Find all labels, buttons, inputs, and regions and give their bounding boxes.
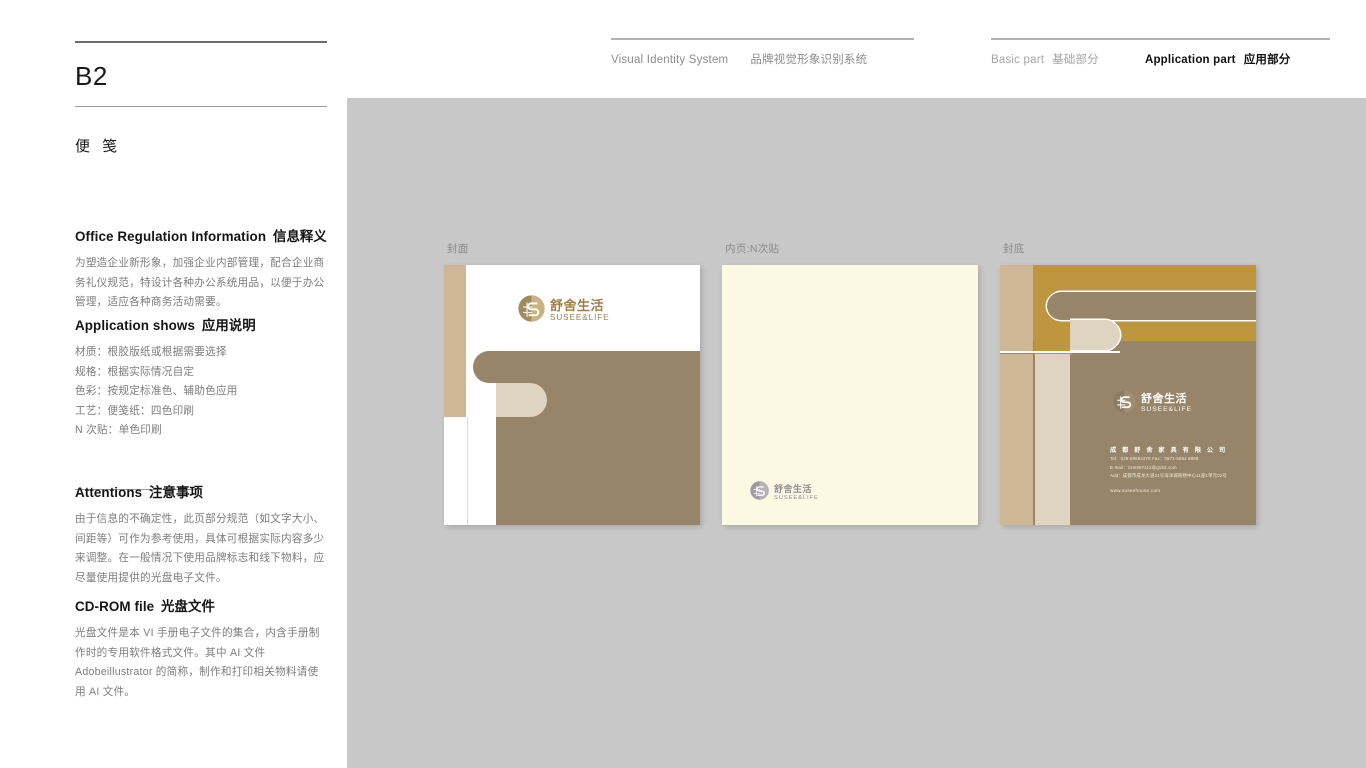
- section-application-heading: Application shows 应用说明: [75, 314, 327, 334]
- section-info-heading-cn: 信息释义: [272, 229, 327, 244]
- section-application-heading-en: Application shows: [75, 318, 195, 333]
- contact-address: Add：成都市成龙大道21号海洋城购物中心11座1单元02号: [1110, 473, 1227, 479]
- section-cdrom: CD-ROM file 光盘文件 光盘文件是本 VI 手册电子文件的集合，内含手…: [75, 595, 327, 702]
- section-cdrom-body: 光盘文件是本 VI 手册电子文件的集合，内含手册制作时的专用软件格式文件。其中 …: [75, 627, 320, 698]
- header-rule-left: [611, 38, 914, 40]
- header-vis-group: Visual Identity System 品牌视觉形象识别系统: [611, 38, 914, 67]
- back-column-beige: [1035, 354, 1070, 525]
- label-inner-page: 内页:N次贴: [725, 243, 780, 255]
- nav-application-part[interactable]: Application part 应用部分: [1145, 51, 1291, 67]
- contact-tel-fax: Tel：028-88692278 Fax：0571-6554 8888: [1110, 456, 1199, 462]
- section-info: Office Regulation Information 信息释义 为塑造企业…: [75, 225, 327, 313]
- section-application: Application shows 应用说明 材质：根胶版纸或根据需要选择 规格…: [75, 314, 327, 441]
- back-beige-rounded-bar: [1070, 320, 1120, 350]
- header-vis-en: Visual Identity System: [611, 54, 729, 66]
- brand-wordmark: 舒舍生活 SUSEE&LIFE: [1141, 394, 1192, 414]
- section-cdrom-heading: CD-ROM file 光盘文件: [75, 595, 327, 615]
- back-brown-rounded-bar: [1047, 292, 1256, 320]
- company-name: 成 都 舒 舍 家 具 有 限 公 司: [1110, 447, 1228, 454]
- section-cdrom-heading-en: CD-ROM file: [75, 599, 155, 614]
- brand-mark-icon: [1113, 390, 1136, 418]
- section-info-body: 为塑造企业新形象，加强企业内部管理，配合企业商务礼仪规范，特设计各种办公系统用品…: [75, 257, 325, 308]
- application-item: 材质：根胶版纸或根据需要选择: [75, 346, 227, 358]
- brand-mark-icon: [750, 481, 769, 505]
- back-white-hairline: [1000, 351, 1120, 353]
- inner-page-logo: 舒舍生活 SUSEE&LIFE: [750, 481, 819, 505]
- header-vis-cn: 品牌视觉形象识别系统: [750, 54, 868, 66]
- cover-logo: 舒舍生活 SUSEE&LIFE: [518, 295, 610, 327]
- brand-mark-icon: [518, 295, 545, 327]
- section-attentions-heading-en: Attentions: [75, 485, 143, 500]
- nav-basic-cn: 基础部分: [1052, 54, 1099, 66]
- brand-name-cn: 舒舍生活: [550, 298, 605, 314]
- section-attentions: Attentions 注意事项 由于信息的不确定性，此页部分规范（如文字大小、间…: [75, 481, 327, 588]
- section-attentions-heading-cn: 注意事项: [149, 485, 203, 500]
- header-vis-line: Visual Identity System 品牌视觉形象识别系统: [611, 51, 914, 67]
- contact-email: E-mail：zxm807112@g163.com: [1110, 464, 1177, 470]
- contact-website: www.suseehouse.com: [1110, 488, 1161, 494]
- brand-name-en: SUSEE&LIFE: [550, 313, 610, 323]
- brand-name-en: SUSEE&LIFE: [1141, 406, 1192, 414]
- back-column-tan: [1000, 354, 1033, 525]
- page-code: B2: [75, 61, 108, 91]
- header-nav-group: Basic part 基础部分 Application part 应用部分: [991, 38, 1330, 67]
- brand-name-cn: 舒舍生活: [1141, 393, 1187, 406]
- cover-stripe-white: [468, 265, 496, 417]
- application-item: N 次贴：单色印刷: [75, 424, 162, 436]
- left-rule-top: [75, 41, 327, 43]
- section-cdrom-heading-cn: 光盘文件: [161, 599, 216, 614]
- section-attentions-body: 由于信息的不确定性，此页部分规范（如文字大小、间距等）可作为参考使用，具体可根据…: [75, 513, 325, 584]
- brand-wordmark: 舒舍生活 SUSEE&LIFE: [550, 299, 610, 322]
- cover-lower-white: [444, 417, 496, 525]
- mockup-inner-page[interactable]: 舒舍生活 SUSEE&LIFE: [722, 265, 978, 525]
- mockup-back-cover[interactable]: 舒舍生活 SUSEE&LIFE 成 都 舒 舍 家 具 有 限 公 司 Tel：…: [1000, 265, 1256, 525]
- application-item: 色彩：按规定标准色、辅助色应用: [75, 385, 238, 397]
- back-cover-contact-block: 成 都 舒 舍 家 具 有 限 公 司 Tel：028-88692278 Fax…: [1110, 445, 1250, 493]
- section-info-heading: Office Regulation Information 信息释义: [75, 225, 327, 245]
- brand-wordmark: 舒舍生活 SUSEE&LIFE: [774, 483, 819, 502]
- cover-beige-rounded-bar: [496, 383, 547, 417]
- left-column: B2 便 笺 Office Regulation Information 信息释…: [75, 41, 327, 698]
- nav-app-en: Application part: [1144, 54, 1236, 66]
- nav-basic-en: Basic part: [991, 54, 1045, 66]
- left-rule-under-code: [75, 106, 327, 107]
- back-stripe-tan-top: [1000, 265, 1033, 353]
- mockup-cover[interactable]: 舒舍生活 SUSEE&LIFE: [444, 265, 700, 525]
- header-rule-right: [991, 38, 1330, 40]
- cover-hairline: [467, 417, 468, 525]
- nav-app-cn: 应用部分: [1243, 54, 1291, 66]
- back-cover-logo: 舒舍生活 SUSEE&LIFE: [1113, 390, 1192, 418]
- label-back-cover: 封底: [1003, 243, 1025, 255]
- cover-brown-rounded-bar: [473, 351, 700, 383]
- section-attentions-heading: Attentions 注意事项: [75, 481, 327, 501]
- section-application-heading-cn: 应用说明: [201, 318, 256, 333]
- header-nav-line: Basic part 基础部分 Application part 应用部分: [991, 51, 1330, 67]
- brand-name-cn: 舒舍生活: [774, 483, 813, 494]
- section-info-heading-en: Office Regulation Information: [75, 229, 267, 244]
- application-item: 规格：根据实际情况自定: [75, 365, 195, 378]
- brand-name-en: SUSEE&LIFE: [774, 494, 819, 501]
- cover-stripe-tan: [444, 265, 466, 417]
- page-title: 便 笺: [75, 138, 122, 155]
- application-item: 工艺：便笺纸：四色印刷: [75, 404, 195, 417]
- label-cover: 封面: [447, 243, 469, 255]
- nav-basic-part[interactable]: Basic part 基础部分: [991, 51, 1099, 67]
